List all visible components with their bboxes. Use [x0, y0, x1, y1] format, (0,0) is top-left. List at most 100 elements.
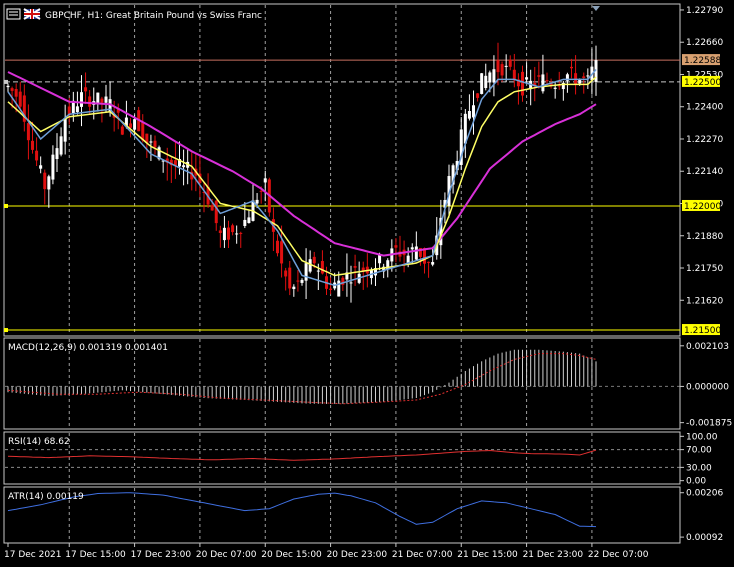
bear-candle-body	[227, 227, 230, 240]
level-price-label: 1.22000	[684, 202, 721, 212]
bear-candle-body	[10, 88, 14, 91]
bull-candle-body	[51, 154, 55, 180]
bear-candle-body	[239, 232, 243, 234]
bear-candle-body	[312, 256, 316, 264]
atr-tick-label: 0.00206	[686, 489, 723, 499]
bull-candle-body	[263, 178, 267, 183]
time-tick-label: 21 Dec 15:00	[457, 550, 518, 560]
bear-candle-body	[153, 140, 157, 148]
bull-candle-body	[247, 217, 251, 223]
bull-candle-body	[316, 270, 320, 272]
bear-candle-body	[329, 288, 333, 290]
bull-candle-body	[6, 85, 10, 88]
symbol-title: GBPCHF, H1: Great Britain Pound vs Swiss…	[45, 11, 262, 21]
macd-tick-label: 0.002103	[686, 342, 729, 352]
bear-candle-body	[26, 123, 30, 141]
time-tick-label: 22 Dec 07:00	[588, 550, 649, 560]
rsi-tick-label: 70.00	[686, 446, 712, 456]
time-tick-label: 21 Dec 23:00	[523, 550, 584, 560]
price-tick-label: 1.21620	[686, 296, 723, 306]
bull-candle-body	[349, 282, 353, 284]
bull-candle-body	[406, 255, 410, 263]
rsi-tick-label: 100.00	[686, 432, 718, 442]
level-handle	[4, 79, 8, 84]
bull-candle-body	[492, 69, 496, 83]
bull-candle-body	[182, 165, 186, 168]
bear-candle-body	[296, 280, 300, 282]
bull-candle-body	[553, 87, 557, 89]
bear-candle-body	[353, 266, 357, 268]
bear-candle-body	[476, 93, 480, 98]
trading-chart[interactable]: GBPCHF, H1: Great Britain Pound vs Swiss…	[0, 0, 734, 567]
bull-candle-body	[47, 176, 51, 190]
level-handle	[4, 328, 8, 333]
time-tick-label: 21 Dec 07:00	[392, 550, 453, 560]
price-tick-label: 1.22270	[686, 135, 723, 145]
bear-candle-body	[582, 76, 586, 78]
atr-tick-label: 0.00092	[686, 533, 723, 543]
price-tick-label: 1.22660	[686, 38, 723, 48]
bear-candle-body	[320, 260, 324, 274]
bear-candle-body	[394, 245, 398, 248]
bear-candle-body	[120, 126, 124, 135]
bear-candle-body	[574, 73, 578, 84]
bull-candle-body	[414, 246, 418, 260]
price-tick-label: 1.22790	[686, 6, 723, 16]
bull-candle-body	[467, 111, 471, 119]
bear-candle-body	[276, 240, 279, 254]
time-tick-label: 20 Dec 15:00	[261, 550, 322, 560]
level-price-label: 1.21500	[684, 326, 721, 336]
bull-candle-body	[292, 286, 296, 290]
bear-candle-body	[427, 261, 431, 263]
bear-candle-body	[218, 230, 222, 234]
level-handle	[4, 203, 8, 208]
price-tick-label: 1.22400	[686, 103, 723, 113]
bull-candle-body	[410, 247, 414, 250]
bear-candle-body	[259, 190, 263, 192]
bear-candle-body	[214, 200, 218, 224]
bull-candle-body	[472, 105, 475, 118]
price-tick-label: 1.21750	[686, 264, 723, 274]
bull-candle-body	[504, 65, 508, 67]
bull-candle-body	[235, 233, 239, 235]
rsi-title: RSI(14) 68.62	[8, 437, 70, 447]
time-tick-label: 20 Dec 07:00	[196, 550, 257, 560]
bear-candle-body	[231, 225, 235, 233]
current-price-label: 1.22588	[684, 56, 721, 66]
bull-candle-body	[484, 75, 488, 89]
rsi-tick-label: 30.00	[686, 463, 712, 473]
symbol-header: GBPCHF, H1: Great Britain Pound vs Swiss…	[6, 8, 262, 21]
bear-candle-body	[280, 241, 284, 264]
bull-candle-body	[104, 96, 108, 103]
rsi-tick-label: 0.00	[686, 477, 706, 487]
bear-candle-body	[537, 75, 541, 77]
uk-flag-icon	[23, 8, 41, 20]
bear-candle-body	[521, 71, 524, 96]
bear-candle-body	[284, 270, 288, 277]
bull-candle-body	[525, 77, 529, 80]
bull-candle-body	[541, 74, 545, 92]
bull-candle-body	[586, 75, 590, 77]
price-tick-label: 1.21880	[686, 232, 723, 242]
bull-candle-body	[39, 165, 43, 169]
bull-candle-body	[63, 118, 67, 142]
bull-candle-body	[300, 279, 304, 283]
time-tick-label: 17 Dec 2021	[4, 550, 62, 560]
price-tick-label: 1.22140	[686, 167, 723, 177]
bull-candle-body	[75, 106, 79, 112]
bear-candle-body	[508, 59, 512, 67]
bull-candle-body	[133, 119, 137, 130]
bear-candle-body	[14, 89, 18, 97]
macd-title: MACD(12,26,9) 0.001319 0.001401	[8, 343, 168, 353]
time-tick-label: 20 Dec 23:00	[327, 550, 388, 560]
bull-candle-body	[243, 219, 247, 226]
bear-candle-body	[545, 80, 549, 82]
bull-candle-body	[578, 79, 582, 84]
bull-candle-body	[80, 92, 83, 107]
bear-candle-body	[31, 140, 34, 150]
bear-candle-body	[84, 87, 88, 92]
macd-tick-label: -0.001875	[686, 419, 732, 429]
window-list-icon[interactable]	[6, 8, 21, 20]
bull-candle-body	[59, 136, 63, 155]
macd-tick-label: 0.000000	[686, 382, 729, 392]
